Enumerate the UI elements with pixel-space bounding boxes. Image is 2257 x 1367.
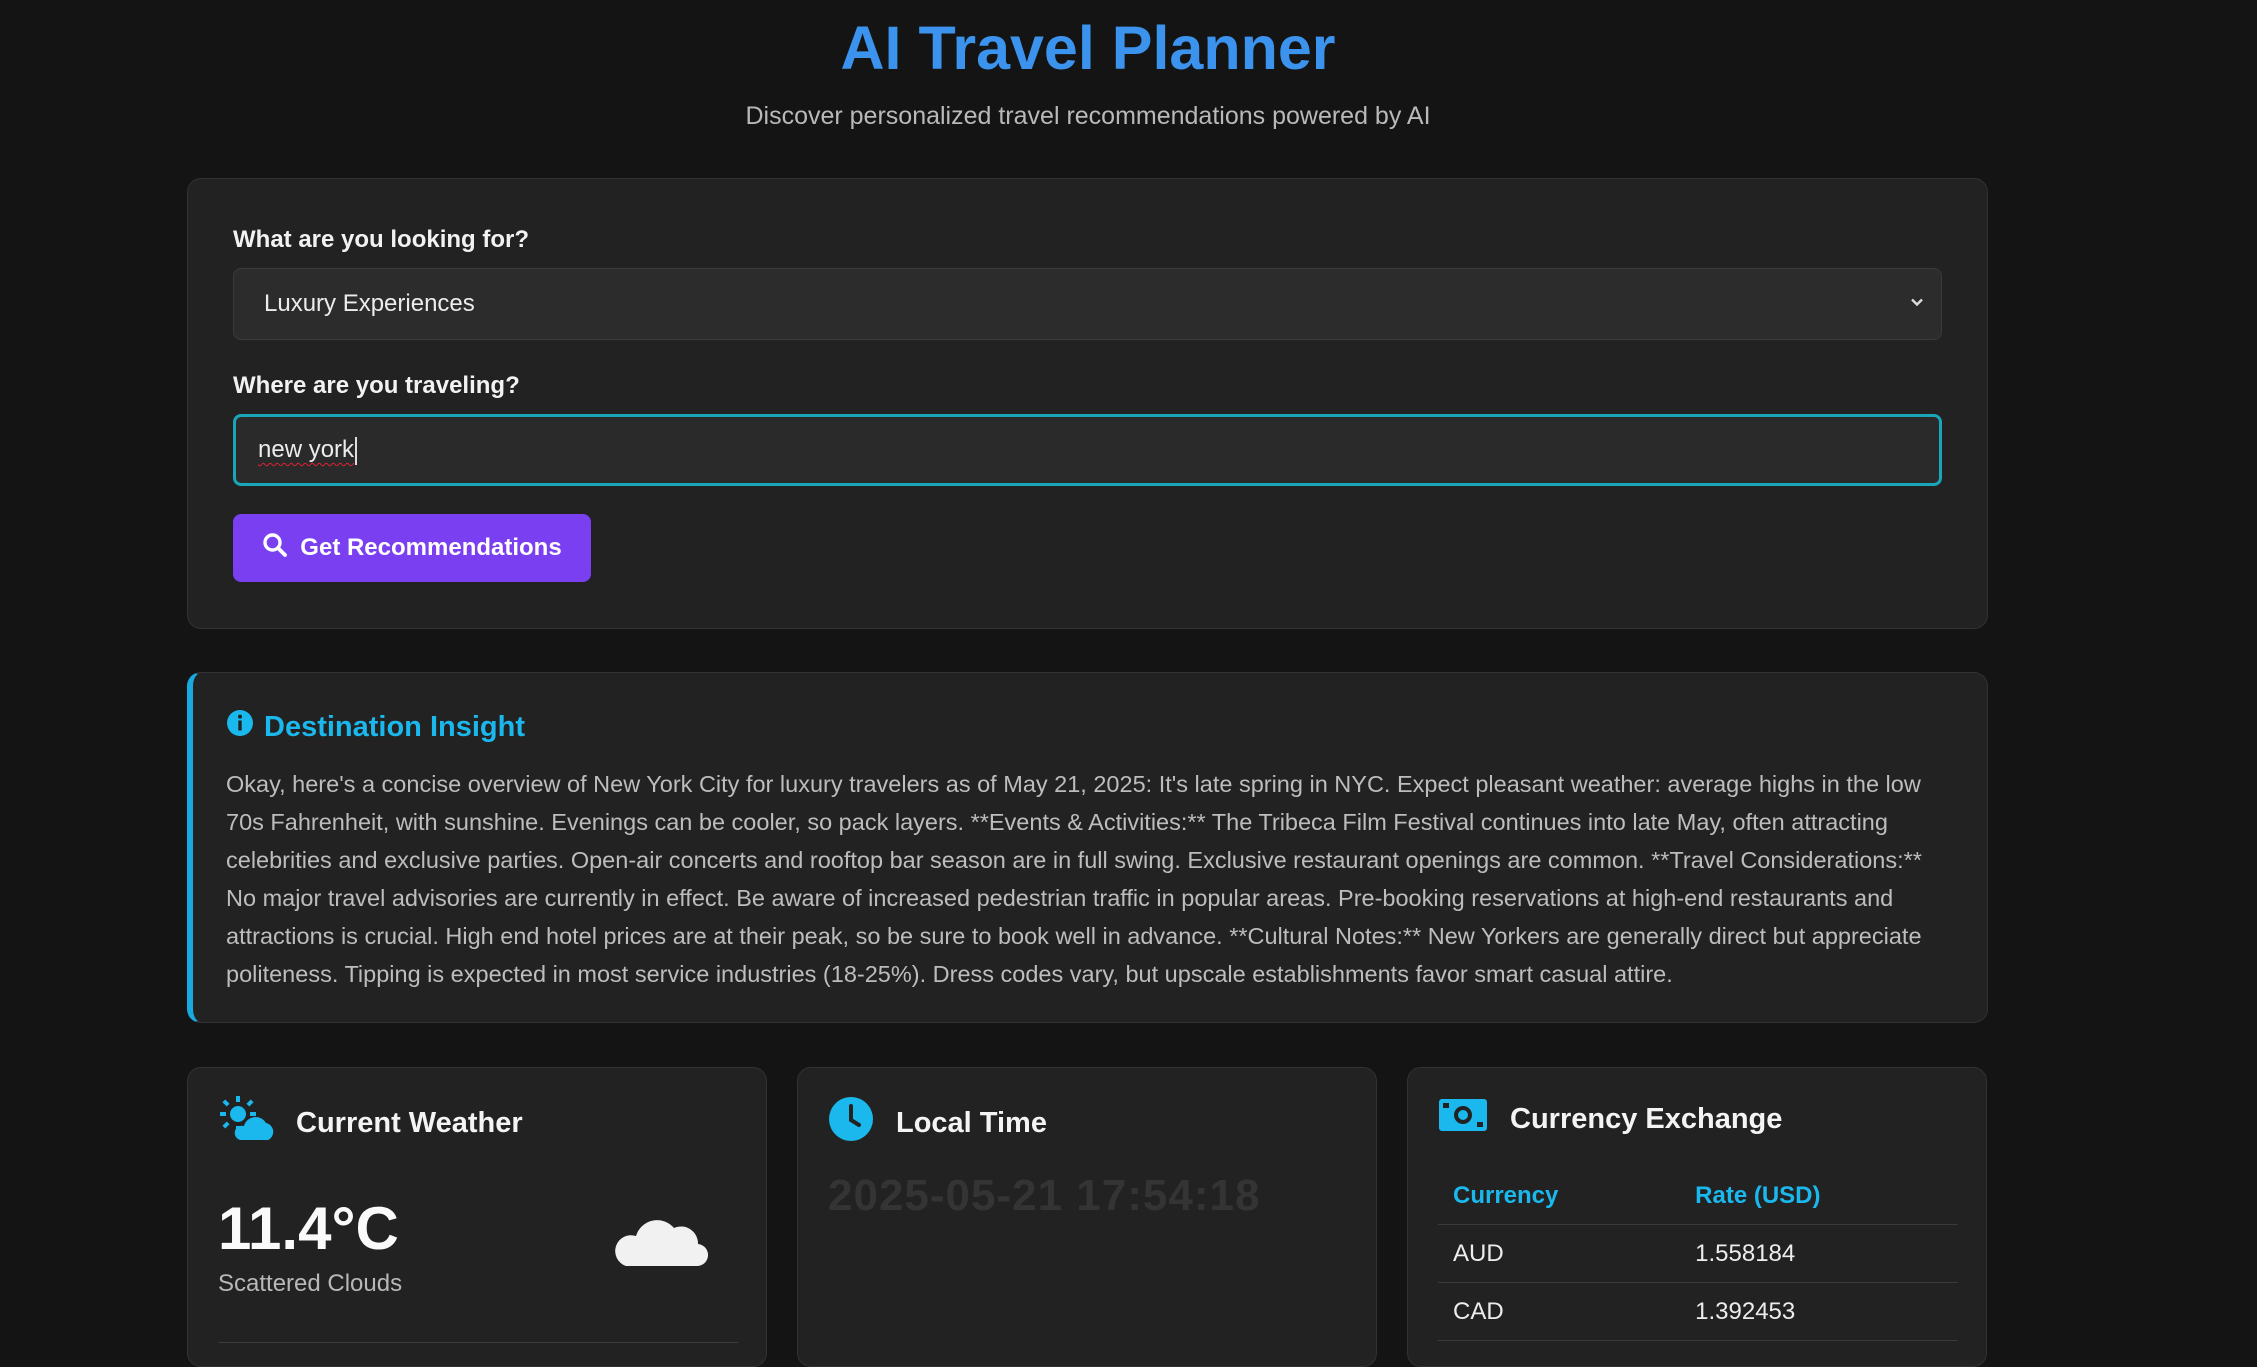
weather-heading: Current Weather (218, 1096, 523, 1150)
currency-heading: Currency Exchange (1438, 1096, 1782, 1142)
local-time-value: 2025-05-21 17:54:18 (828, 1171, 1261, 1220)
clock-icon (828, 1096, 874, 1150)
local-time-card: Local Time 2025-05-21 17:54:18 (797, 1067, 1377, 1367)
column-header-currency: Currency (1438, 1172, 1681, 1225)
table-row: CAD 1.392453 (1438, 1282, 1958, 1341)
search-form-card: What are you looking for? Luxury Experie… (187, 178, 1988, 629)
category-select-value: Luxury Experiences (264, 290, 475, 317)
page-subtitle: Discover personalized travel recommendat… (745, 102, 1431, 130)
destination-input-value: new york (258, 436, 355, 463)
currency-code: AUD (1438, 1224, 1681, 1283)
weather-card: Current Weather 11.4°C Scattered Clouds (187, 1067, 767, 1367)
destination-insight-card: Destination Insight Okay, here's a conci… (187, 672, 1988, 1023)
insight-heading: Destination Insight (226, 709, 525, 745)
destination-input[interactable]: new york (233, 414, 1942, 486)
local-time-title: Local Time (896, 1106, 1047, 1139)
currency-code: CAD (1438, 1282, 1681, 1341)
column-header-rate: Rate (USD) (1680, 1172, 1958, 1225)
weather-divider (218, 1342, 738, 1343)
money-bill-icon (1438, 1096, 1488, 1142)
local-time-heading: Local Time (828, 1096, 1047, 1150)
currency-card: Currency Exchange Currency Rate (USD) AU… (1407, 1067, 1987, 1367)
currency-rate: 1.558184 (1680, 1224, 1958, 1283)
temperature-value: 11.4°C (218, 1195, 399, 1262)
currency-table-header: Currency Rate (USD) (1438, 1172, 1958, 1225)
info-icon (226, 709, 254, 745)
chevron-down-icon (1909, 269, 1925, 339)
category-label: What are you looking for? (233, 226, 530, 253)
destination-label: Where are you traveling? (233, 372, 520, 399)
weather-title: Current Weather (296, 1106, 523, 1139)
currency-title: Currency Exchange (1510, 1102, 1783, 1135)
search-icon (262, 532, 288, 565)
insight-text: Okay, here's a concise overview of New Y… (226, 771, 1922, 987)
cloud-icon (614, 1208, 709, 1273)
table-row: AUD 1.558184 (1438, 1224, 1958, 1283)
category-select[interactable]: Luxury Experiences (233, 268, 1942, 340)
currency-table: Currency Rate (USD) AUD 1.558184 CAD 1.3… (1438, 1172, 1958, 1341)
weather-condition: Scattered Clouds (218, 1270, 403, 1297)
page-title: AI Travel Planner (840, 14, 1336, 82)
get-recommendations-button[interactable]: Get Recommendations (233, 514, 591, 582)
insight-title: Destination Insight (264, 710, 525, 743)
text-caret (355, 436, 358, 465)
sun-cloud-icon (218, 1096, 274, 1150)
currency-rate: 1.392453 (1680, 1282, 1958, 1341)
get-recommendations-label: Get Recommendations (300, 534, 562, 561)
